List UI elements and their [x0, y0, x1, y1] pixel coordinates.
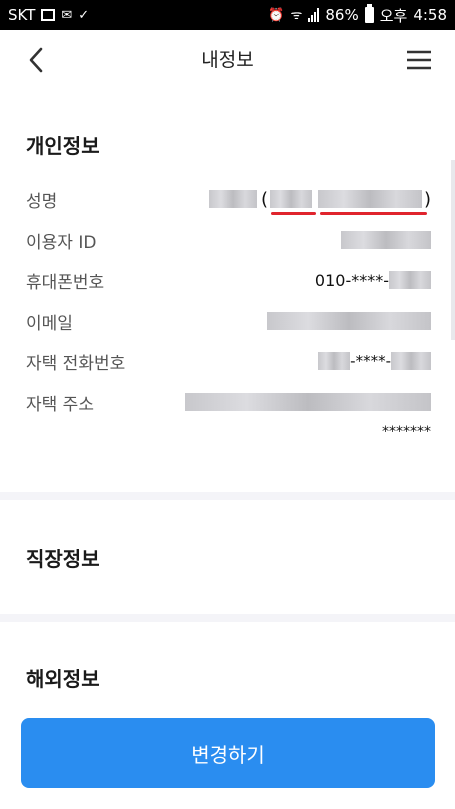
row-label: 이용자 ID [26, 232, 97, 253]
masked-value [267, 312, 431, 330]
info-row-user-id: 이용자 ID [26, 227, 431, 253]
mobile-prefix: 010-****- [314, 270, 389, 290]
paren-open: ( [260, 188, 268, 210]
masked-value [208, 190, 257, 208]
section-divider [0, 492, 455, 500]
clock: 4:58 [413, 6, 447, 24]
highlight-underline [271, 212, 316, 215]
menu-button[interactable] [405, 46, 433, 74]
address-detail-masked: ******* [382, 424, 431, 440]
info-row-home-address: 자택 주소 [26, 389, 431, 415]
status-right: ⏰ ᯤ 86% 오후 4:58 [268, 4, 447, 26]
app-icon: ✓ [78, 7, 90, 23]
home-phone-value: -****- [318, 352, 431, 370]
scroll-indicator [451, 160, 455, 340]
row-label: 자택 전화번호 [26, 353, 126, 374]
masked-value [318, 352, 351, 370]
back-button[interactable] [22, 46, 50, 74]
row-label: 성명 [26, 191, 58, 212]
home-phone-mid: -****- [350, 352, 391, 370]
wifi-icon: ᯤ [290, 7, 303, 23]
app-header: 내정보 [0, 30, 455, 86]
section-divider [0, 614, 455, 622]
status-left: SKT ✉ ✓ [8, 6, 89, 24]
info-row-home-phone: 자택 전화번호 -****- [26, 348, 431, 374]
chevron-left-icon [29, 47, 43, 73]
masked-value [391, 352, 431, 370]
notification-icon: ✉ [61, 7, 73, 23]
email-value [267, 312, 431, 330]
masked-value [317, 190, 422, 208]
row-label: 휴대폰번호 [26, 272, 105, 293]
masked-value [389, 271, 431, 289]
row-label: 이메일 [26, 313, 73, 334]
highlight-underline [320, 212, 427, 215]
mobile-value: 010-****- [315, 271, 431, 290]
section-title-overseas[interactable]: 해외정보 [26, 663, 100, 692]
page-title: 내정보 [201, 48, 254, 71]
info-row-name: 성명 ( ) [26, 186, 431, 212]
home-address-value [185, 393, 431, 411]
section-title-work[interactable]: 직장정보 [26, 543, 100, 572]
change-button[interactable]: 변경하기 [21, 718, 435, 788]
battery-icon [364, 4, 374, 23]
name-value: ( ) [208, 188, 431, 210]
paren-close: ) [423, 188, 431, 210]
change-button-label: 변경하기 [191, 742, 265, 767]
gallery-icon [41, 9, 56, 21]
ampm-label: 오후 [379, 6, 408, 25]
battery-percent: 86% [325, 6, 359, 24]
info-row-email: 이메일 [26, 308, 431, 334]
masked-value [185, 393, 431, 411]
hamburger-menu-icon [407, 50, 431, 70]
masked-value [269, 190, 312, 208]
info-row-mobile: 휴대폰번호 010-****- [26, 267, 431, 293]
carrier-label: SKT [8, 6, 36, 24]
status-bar: SKT ✉ ✓ ⏰ ᯤ 86% 오후 4:58 [0, 0, 455, 30]
alarm-icon: ⏰ [268, 7, 285, 23]
signal-icon [308, 8, 320, 22]
user-id-value [341, 231, 431, 249]
row-label: 자택 주소 [26, 394, 94, 415]
masked-value [341, 231, 431, 249]
section-title-personal: 개인정보 [26, 134, 100, 158]
